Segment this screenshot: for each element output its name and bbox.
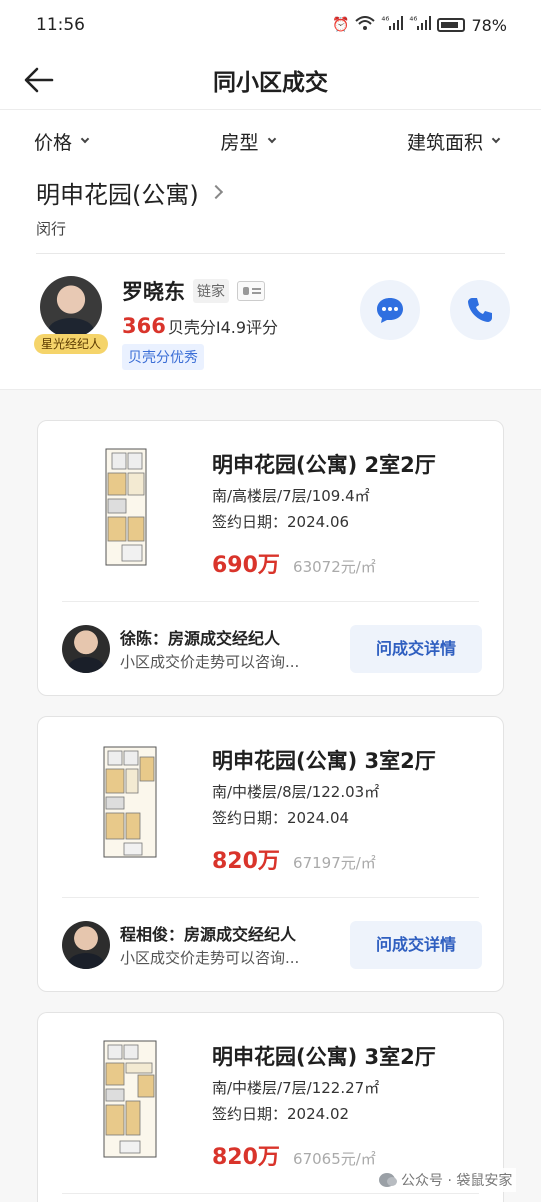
chevron-down-icon <box>80 134 90 144</box>
listing-price-row: 690万 63072元/㎡ <box>212 547 376 579</box>
listing-agent-title: 徐陈：房源成交经纪人 <box>120 629 281 648</box>
floorplan-image <box>103 746 157 858</box>
filter-label: 价格 <box>34 131 73 154</box>
listing-unit-price: 67197元/㎡ <box>293 854 376 872</box>
listing-date: 签约日期：2024.04 <box>212 809 350 827</box>
ask-deal-details-button[interactable]: 问成交详情 <box>350 921 482 969</box>
listing-price-row: 820万 67065元/㎡ <box>212 1139 376 1171</box>
chevron-down-icon <box>267 134 276 144</box>
filter-price[interactable]: 价格 <box>34 128 90 155</box>
listing-date: 签约日期：2024.02 <box>212 1105 350 1123</box>
wifi-icon <box>355 16 376 34</box>
wechat-icon <box>379 1173 397 1187</box>
network-label-1: ⁴⁶ <box>381 16 390 27</box>
agent-badge: 星光经纪人 <box>34 334 108 354</box>
divider <box>62 1193 479 1194</box>
filter-bar: 价格 房型 建筑面积 <box>0 110 541 172</box>
back-button[interactable] <box>22 62 58 98</box>
listing-title: 明申花园(公寓) 3室2厅 <box>212 1045 436 1069</box>
listing-spec: 南/中楼层/8层/122.03㎡ <box>212 783 380 801</box>
chevron-down-icon <box>491 134 501 144</box>
status-icons: ⏰ ⁴⁶ ⁴⁶ 78% <box>332 16 507 35</box>
community-link[interactable]: 明申花园(公寓) <box>36 172 505 212</box>
signal-icon: ⁴⁶ <box>409 16 432 34</box>
arrow-left-icon <box>24 67 54 93</box>
agent-card[interactable]: 星光经纪人 罗晓东 链家 366 贝壳分I4.9评分 贝壳分优秀 <box>0 254 541 390</box>
community-header: 明申花园(公寓) 闵行 <box>0 172 541 254</box>
divider <box>62 601 479 602</box>
listing-agent-desc: 小区成交价走势可以咨询... <box>120 949 300 967</box>
listing-price: 820万 <box>212 849 280 874</box>
battery-icon <box>437 18 466 32</box>
agent-rating: I4.9评分 <box>215 318 279 337</box>
community-district: 闵行 <box>36 218 505 254</box>
divider <box>62 897 479 898</box>
listing-spec: 南/高楼层/7层/109.4㎡ <box>212 487 370 505</box>
floorplan-image <box>103 1040 157 1158</box>
listing-date: 签约日期：2024.06 <box>212 513 350 531</box>
listing-unit-price: 67065元/㎡ <box>293 1150 376 1168</box>
phone-button[interactable] <box>450 280 510 340</box>
battery-level: 78% <box>471 15 507 35</box>
listing-price-row: 820万 67197元/㎡ <box>212 843 376 875</box>
listing-card[interactable]: 明申花园(公寓) 3室2厅 南/中楼层/8层/122.03㎡ 签约日期：2024… <box>37 716 504 992</box>
filter-layout[interactable]: 房型 <box>220 128 276 155</box>
avatar[interactable] <box>62 921 110 969</box>
agent-name: 罗晓东 <box>122 280 185 304</box>
listing-title: 明申花园(公寓) 2室2厅 <box>212 453 436 477</box>
filter-label: 房型 <box>220 131 259 154</box>
filter-label: 建筑面积 <box>406 131 483 154</box>
avatar[interactable] <box>62 625 110 673</box>
alarm-icon: ⏰ <box>331 17 350 33</box>
agent-brand: 链家 <box>193 279 229 303</box>
listing-title: 明申花园(公寓) 3室2厅 <box>212 749 436 773</box>
agent-info: 罗晓东 链家 366 贝壳分I4.9评分 贝壳分优秀 <box>122 276 278 370</box>
chat-button[interactable] <box>360 280 420 340</box>
listing-card[interactable]: 明申花园(公寓) 2室2厅 南/高楼层/7层/109.4㎡ 签约日期：2024.… <box>37 420 504 696</box>
watermark: 公众号 · 袋鼠安家 <box>375 1168 517 1192</box>
listing-agent-title: 程相俊：房源成交经纪人 <box>120 925 297 944</box>
phone-icon <box>468 298 492 322</box>
page-title: 同小区成交 <box>213 69 328 96</box>
signal-icon: ⁴⁶ <box>381 16 404 34</box>
agent-name-row: 罗晓东 链家 <box>122 276 278 306</box>
listing-spec: 南/中楼层/7层/122.27㎡ <box>212 1079 380 1097</box>
listing-price: 690万 <box>212 553 280 578</box>
listing-price: 820万 <box>212 1145 280 1170</box>
chevron-right-icon <box>208 184 223 200</box>
floorplan-image <box>105 448 147 566</box>
watermark-text: 公众号 · 袋鼠安家 <box>401 1173 513 1189</box>
filter-area[interactable]: 建筑面积 <box>406 128 501 155</box>
listing-agent-desc: 小区成交价走势可以咨询... <box>120 653 300 671</box>
chat-icon <box>377 298 403 323</box>
agent-score: 366 贝壳分I4.9评分 <box>122 314 278 338</box>
network-label-2: ⁴⁶ <box>409 16 418 27</box>
id-card-icon[interactable] <box>237 281 265 301</box>
listing-unit-price: 63072元/㎡ <box>293 558 376 576</box>
agent-score-label: 贝壳分 <box>167 318 216 337</box>
nav-bar: 同小区成交 <box>0 50 541 110</box>
status-time: 11:56 <box>36 15 85 35</box>
agent-score-value: 366 <box>122 314 166 338</box>
agent-avatar[interactable] <box>40 276 102 338</box>
status-bar: 11:56 ⏰ ⁴⁶ ⁴⁶ 78% <box>0 0 541 50</box>
ask-deal-details-button[interactable]: 问成交详情 <box>350 625 482 673</box>
listing-list: 明申花园(公寓) 2室2厅 南/高楼层/7层/109.4㎡ 签约日期：2024.… <box>0 390 541 1202</box>
agent-tag: 贝壳分优秀 <box>122 344 204 370</box>
community-name: 明申花园(公寓) <box>36 180 199 209</box>
